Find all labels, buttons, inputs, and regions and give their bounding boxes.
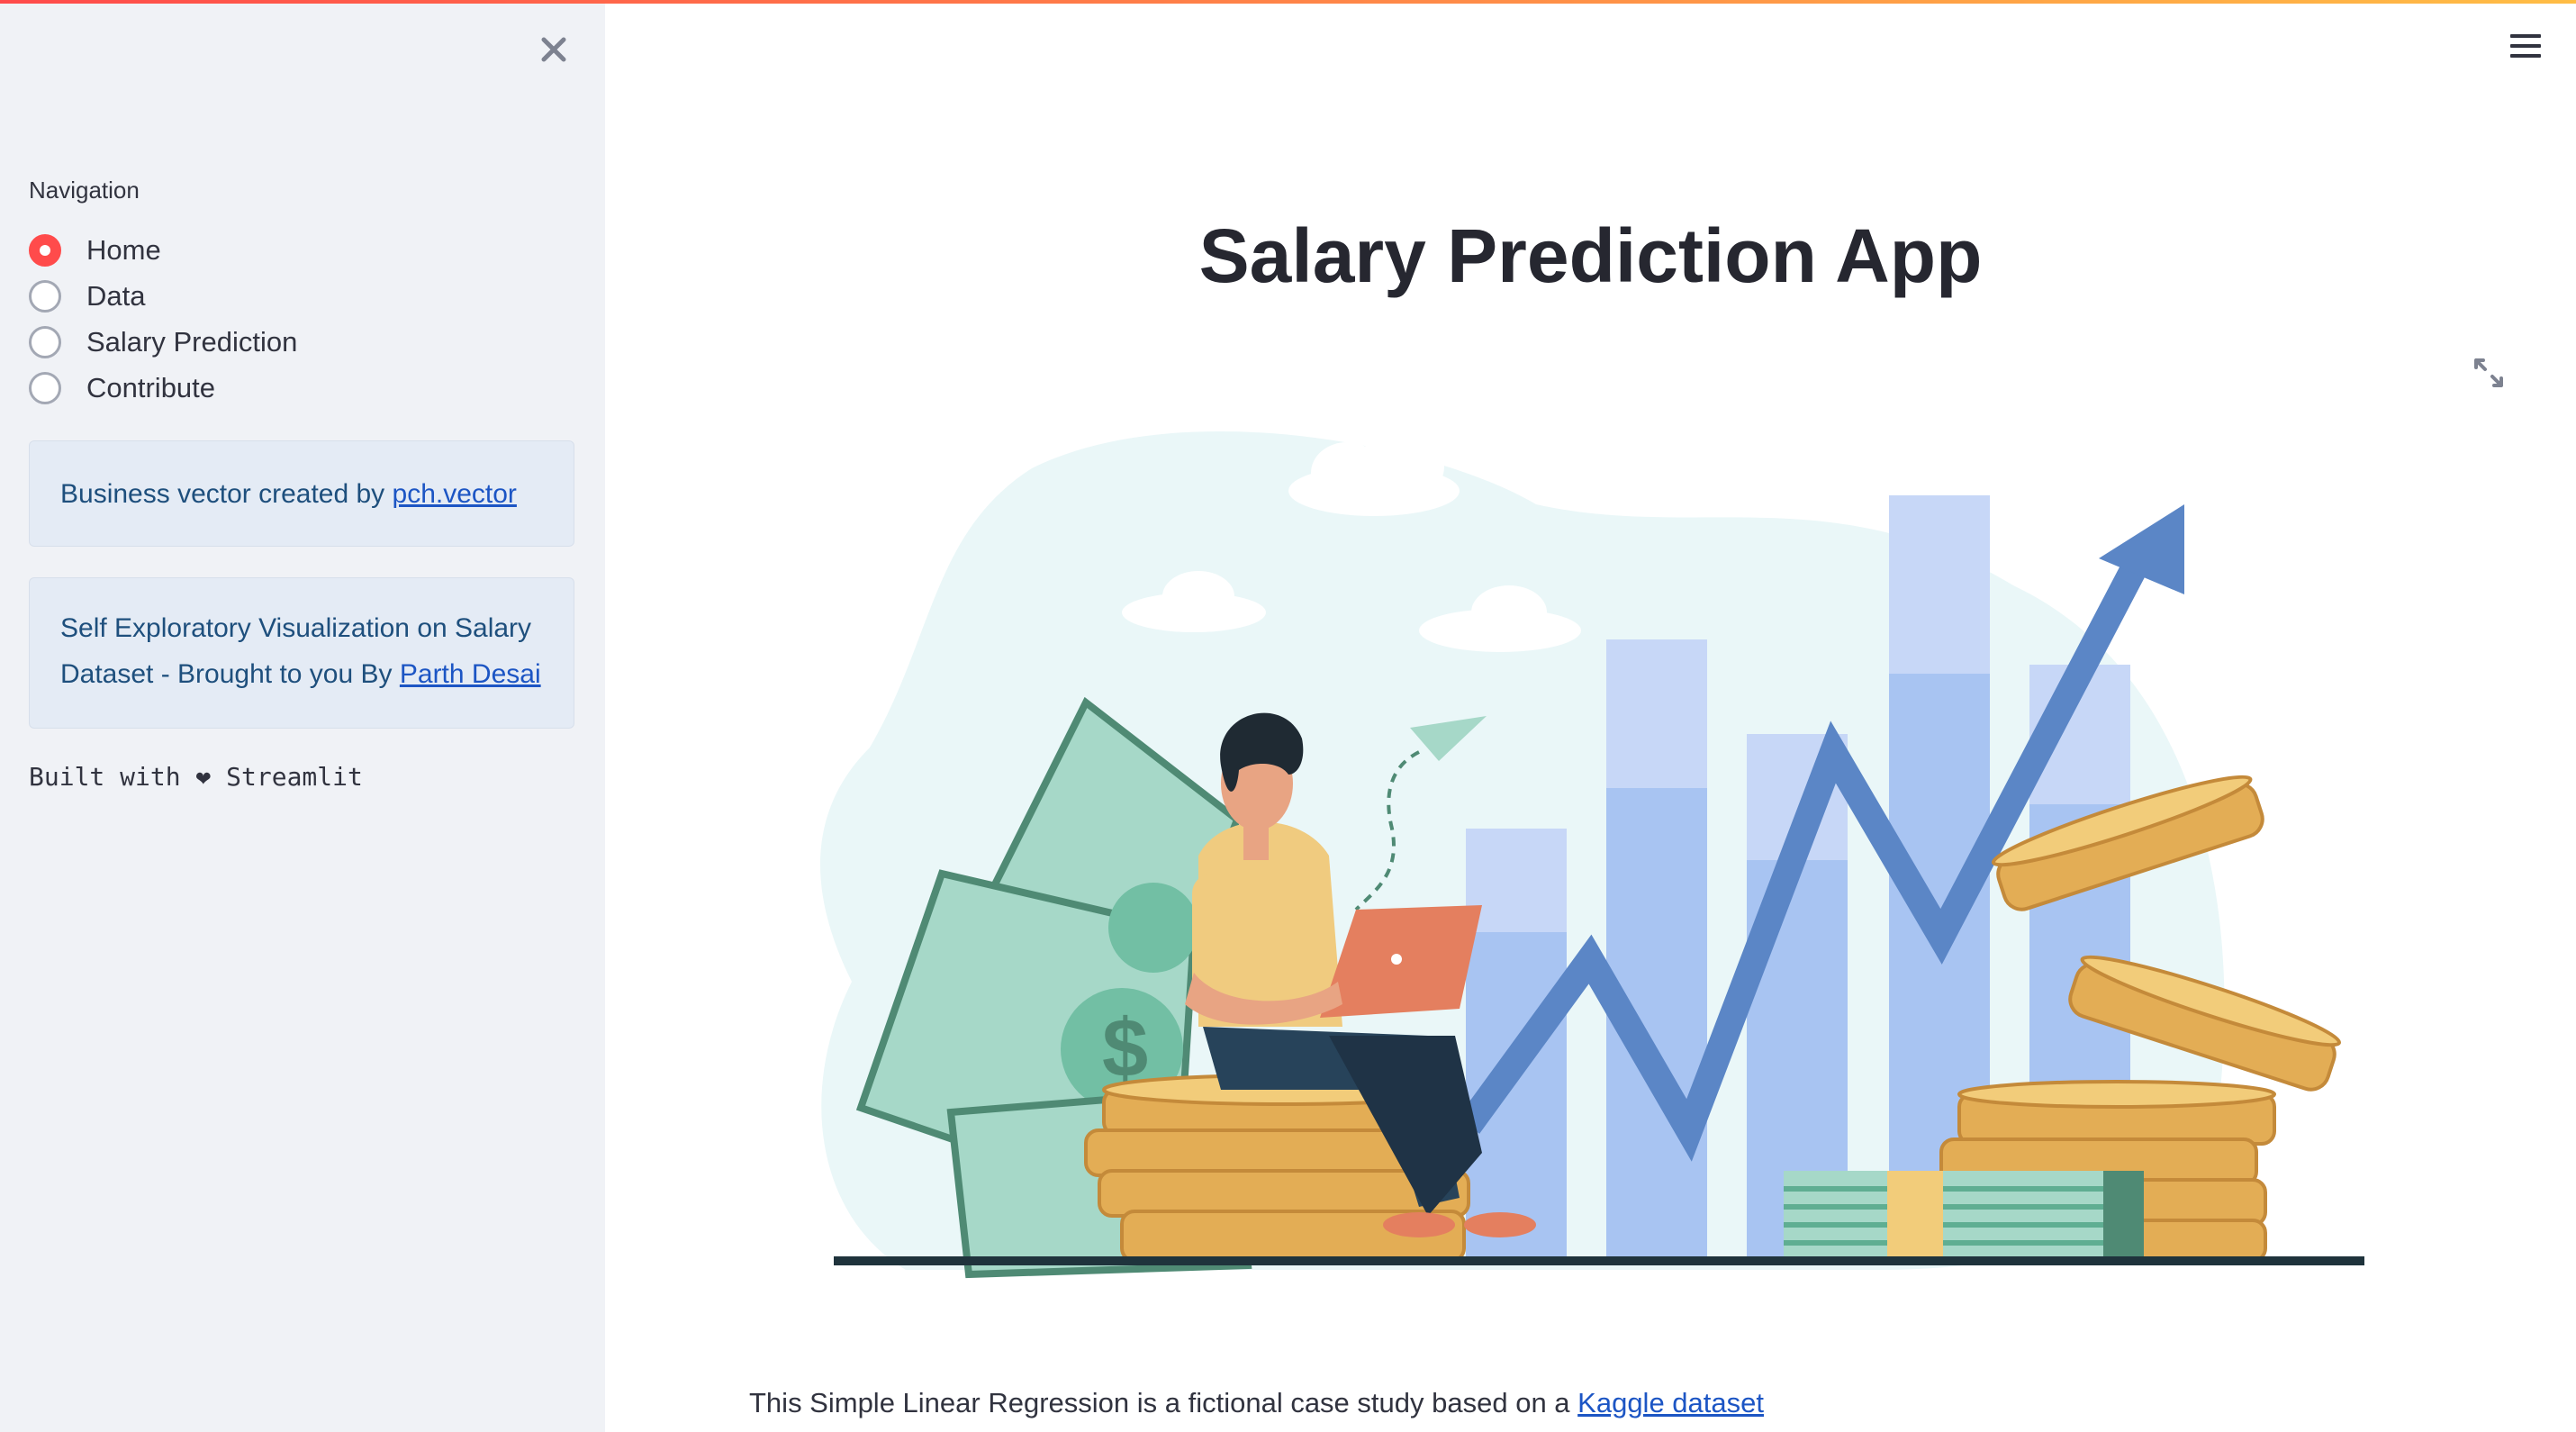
about-info-box: Self Exploratory Visualization on Salary…	[29, 577, 574, 729]
radio-button[interactable]	[29, 279, 61, 313]
intro-paragraph: This Simple Linear Regression is a ficti…	[749, 1387, 1764, 1419]
intro-text: This Simple Linear Regression is a ficti…	[749, 1387, 1578, 1418]
radio-button[interactable]	[29, 371, 61, 404]
fullscreen-button[interactable]	[2472, 357, 2505, 389]
nav-option-label: Salary Prediction	[86, 325, 298, 358]
radio-button-selected[interactable]	[29, 233, 61, 267]
nav-option-label: Home	[86, 233, 161, 266]
page-title: Salary Prediction App	[1198, 213, 1983, 298]
top-decoration-bar	[0, 0, 2576, 4]
nav-option-label: Contribute	[86, 371, 216, 403]
close-icon	[541, 37, 566, 62]
business-growth-illustration: $	[820, 431, 2364, 1279]
about-line-2: Dataset - Brought to you By	[60, 659, 400, 689]
sidebar: Navigation Home Data Salary Prediction C…	[0, 0, 605, 1432]
navigation-radio-group: Home Data Salary Prediction Contribute	[29, 227, 297, 411]
close-sidebar-button[interactable]	[533, 29, 574, 70]
pch-vector-link[interactable]: pch.vector	[393, 479, 517, 509]
hamburger-menu-icon	[2510, 34, 2541, 58]
credit-text: Business vector created by	[60, 478, 393, 509]
navigation-label: Navigation	[29, 177, 140, 204]
credit-info-box: Business vector created by pch.vector	[29, 440, 574, 547]
about-line-1: Self Exploratory Visualization on Salary	[60, 613, 532, 643]
main-menu-button[interactable]	[2510, 34, 2541, 65]
nav-option-contribute[interactable]: Contribute	[29, 365, 297, 411]
nav-option-home[interactable]: Home	[29, 227, 297, 273]
nav-option-data[interactable]: Data	[29, 273, 297, 319]
built-with-text: Built with ❤ Streamlit	[29, 762, 363, 792]
kaggle-dataset-link[interactable]: Kaggle dataset	[1577, 1387, 1764, 1418]
author-link[interactable]: Parth Desai	[400, 659, 541, 689]
nav-option-label: Data	[86, 279, 146, 312]
nav-option-salary-prediction[interactable]: Salary Prediction	[29, 319, 297, 365]
radio-button[interactable]	[29, 325, 61, 358]
fullscreen-icon	[2474, 358, 2503, 387]
